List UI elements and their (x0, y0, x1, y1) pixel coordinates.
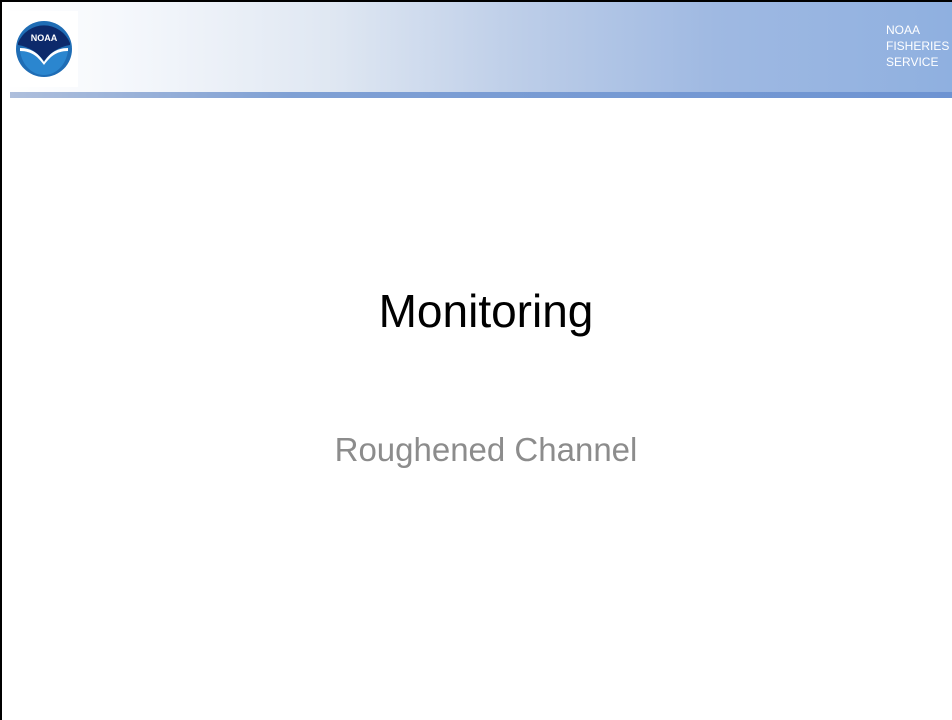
logo-text: NOAA (31, 33, 58, 43)
noaa-emblem-icon: NOAA (16, 21, 72, 77)
slide-title: Monitoring (378, 285, 594, 337)
agency-line-1: NOAA (886, 23, 921, 37)
agency-line-2: FISHERIES (886, 39, 950, 53)
agency-name: NOAA FISHERIES SERVICE (886, 22, 949, 70)
slide-header: NOAA NOAA FISHERIES SERVICE (2, 2, 952, 94)
slide: NOAA NOAA FISHERIES SERVICE Monitoring R… (0, 0, 952, 720)
slide-subtitle: Roughened Channel (334, 431, 638, 468)
header-accent-bar (10, 92, 952, 98)
noaa-logo: NOAA (10, 11, 78, 87)
agency-line-3: SERVICE (886, 55, 939, 69)
